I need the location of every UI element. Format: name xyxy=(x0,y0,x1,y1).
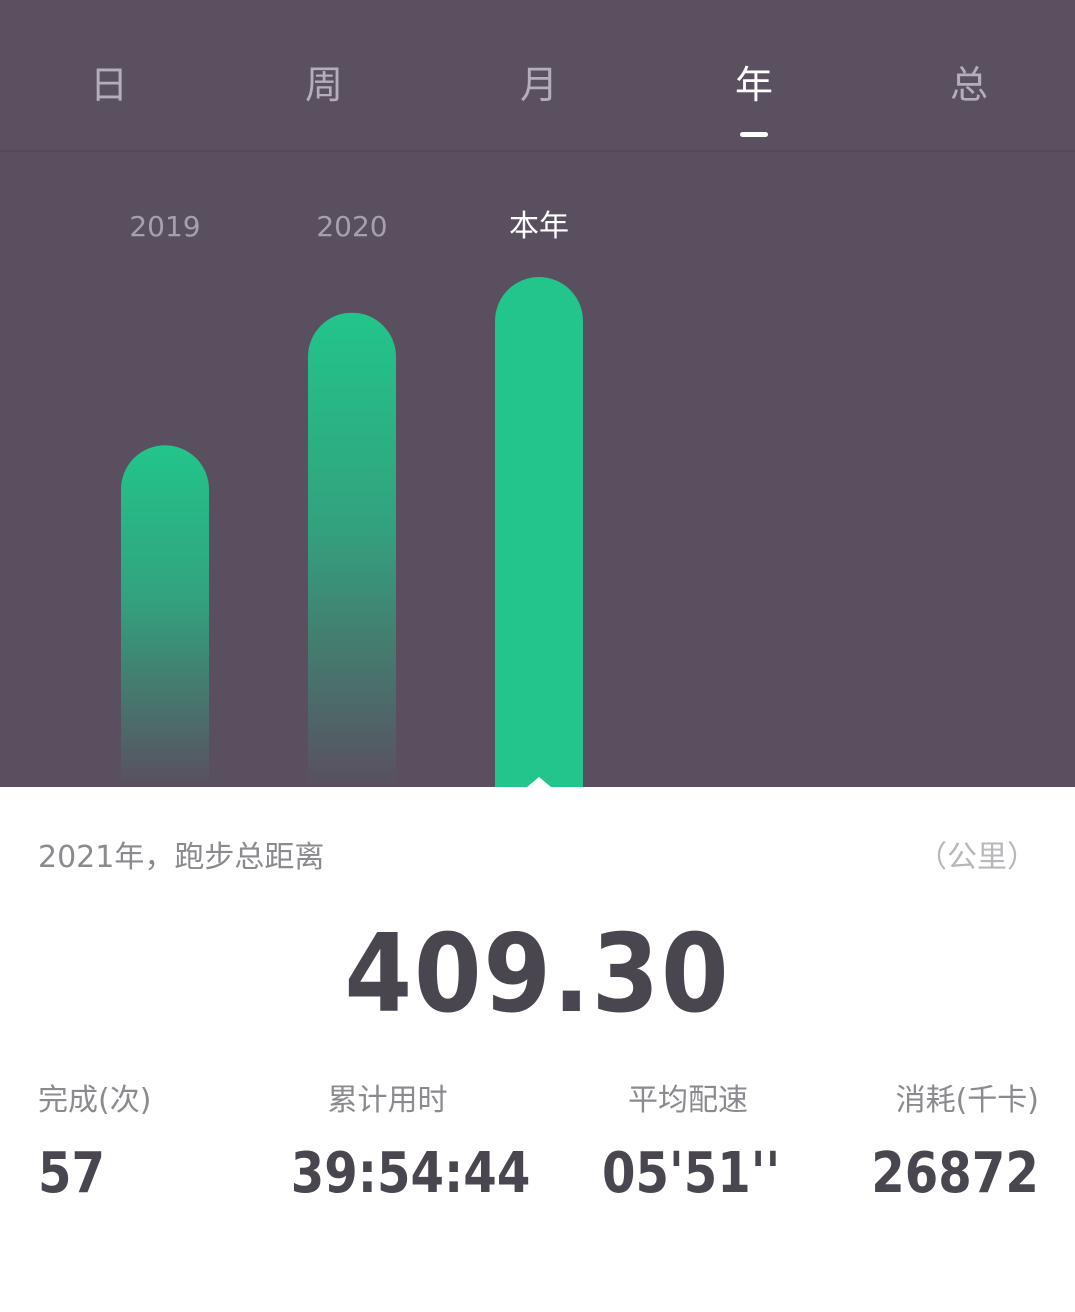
tab-day[interactable]: 日 xyxy=(49,60,169,110)
bar-current-year[interactable] xyxy=(495,277,583,787)
bar-past-year-1[interactable] xyxy=(308,312,396,787)
active-tab-indicator xyxy=(740,132,768,137)
tab-total[interactable]: 总 xyxy=(909,60,1029,110)
yearly-distance-chart: 2019 2020 本年 xyxy=(121,209,583,787)
selected-bar-pointer xyxy=(527,777,551,787)
stat-calories-label: 消耗(千卡) xyxy=(895,1083,1039,1118)
bar-label-0[interactable]: 2019 xyxy=(129,210,200,243)
period-tab-bar: 日 周 月 年 总 xyxy=(0,0,1075,152)
stat-runs: 完成(次) 57 xyxy=(38,1075,151,1206)
stat-runs-value: 57 xyxy=(38,1141,106,1206)
stat-pace: 平均配速 05'51'' xyxy=(588,1075,788,1206)
distance-unit: （公里） xyxy=(917,840,1037,875)
tab-year[interactable]: 年 xyxy=(694,60,814,110)
bar-past-year-0[interactable] xyxy=(121,445,209,787)
summary-title: 2021年，跑步总距离 xyxy=(38,840,325,875)
bar-label-1[interactable]: 2020 xyxy=(316,210,387,243)
stat-calories-value: 26872 xyxy=(871,1141,1039,1206)
stat-duration-value: 39:54:44 xyxy=(290,1141,531,1206)
stat-pace-label: 平均配速 xyxy=(628,1083,748,1118)
stat-runs-label: 完成(次) xyxy=(38,1083,152,1118)
tab-week[interactable]: 周 xyxy=(264,60,384,110)
bar-label-2[interactable]: 本年 xyxy=(509,209,569,244)
chart-panel: 日 周 月 年 总 2019 2020 本年 xyxy=(0,0,1075,787)
stat-duration: 累计用时 39:54:44 xyxy=(275,1075,531,1206)
total-distance-value: 409.30 xyxy=(344,912,731,1037)
running-stats-screen: 日 周 月 年 总 2019 2020 本年 2021年，跑步总距离 （公里） 40… xyxy=(0,0,1075,1312)
tab-month[interactable]: 月 xyxy=(479,60,599,110)
stat-duration-label: 累计用时 xyxy=(327,1083,448,1118)
stat-pace-value: 05'51'' xyxy=(602,1141,781,1206)
stat-calories: 消耗(千卡) 26872 xyxy=(844,1075,1039,1206)
